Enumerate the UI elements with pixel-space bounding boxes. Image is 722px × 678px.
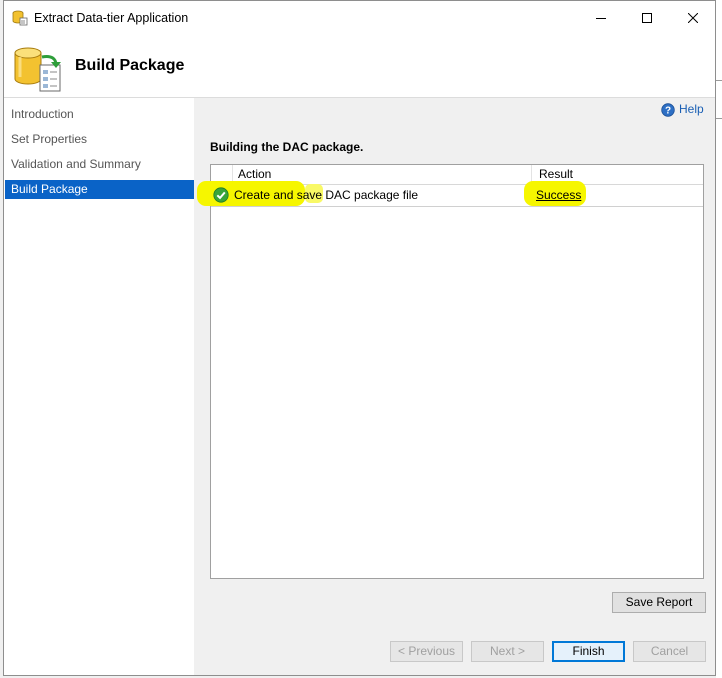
minimize-button[interactable] xyxy=(578,1,624,35)
section-heading: Building the DAC package. xyxy=(210,140,364,154)
database-package-icon xyxy=(14,47,61,92)
title-bar[interactable]: Extract Data-tier Application xyxy=(4,1,715,35)
wizard-header: Build Package xyxy=(4,35,715,97)
wizard-window: Extract Data-tier Application Build Pack… xyxy=(3,0,716,676)
minimize-icon xyxy=(596,18,606,19)
next-button[interactable]: Next > xyxy=(471,641,544,662)
nav-item-introduction[interactable]: Introduction xyxy=(5,105,194,124)
action-cell: Create and save DAC package file xyxy=(234,188,419,202)
maximize-icon xyxy=(642,13,652,23)
nav-item-set-properties[interactable]: Set Properties xyxy=(5,130,194,149)
previous-button[interactable]: < Previous xyxy=(390,641,463,662)
success-check-icon xyxy=(213,187,229,203)
background-window-edge xyxy=(716,0,722,678)
save-report-button[interactable]: Save Report xyxy=(612,592,706,613)
help-icon: ? xyxy=(661,103,675,117)
wizard-step-navigation: Introduction Set Properties Validation a… xyxy=(4,98,194,675)
svg-text:?: ? xyxy=(665,106,671,117)
maximize-button[interactable] xyxy=(624,1,670,35)
nav-item-validation-and-summary[interactable]: Validation and Summary xyxy=(5,155,194,174)
close-icon xyxy=(688,13,698,23)
cancel-button[interactable]: Cancel xyxy=(633,641,706,662)
result-success-link[interactable]: Success xyxy=(536,188,581,202)
finish-button[interactable]: Finish xyxy=(552,641,625,662)
table-row[interactable]: Create and save DAC package file Success xyxy=(197,181,703,207)
step-content: ? Help Building the DAC package. Action … xyxy=(194,98,715,675)
actions-table: Action Result Create and save DAC packag… xyxy=(197,164,704,579)
help-label: Help xyxy=(679,102,704,116)
app-icon xyxy=(12,10,28,26)
close-button[interactable] xyxy=(670,1,716,35)
page-title: Build Package xyxy=(75,57,185,74)
window-title: Extract Data-tier Application xyxy=(34,11,189,25)
nav-item-build-package[interactable]: Build Package xyxy=(5,180,194,199)
